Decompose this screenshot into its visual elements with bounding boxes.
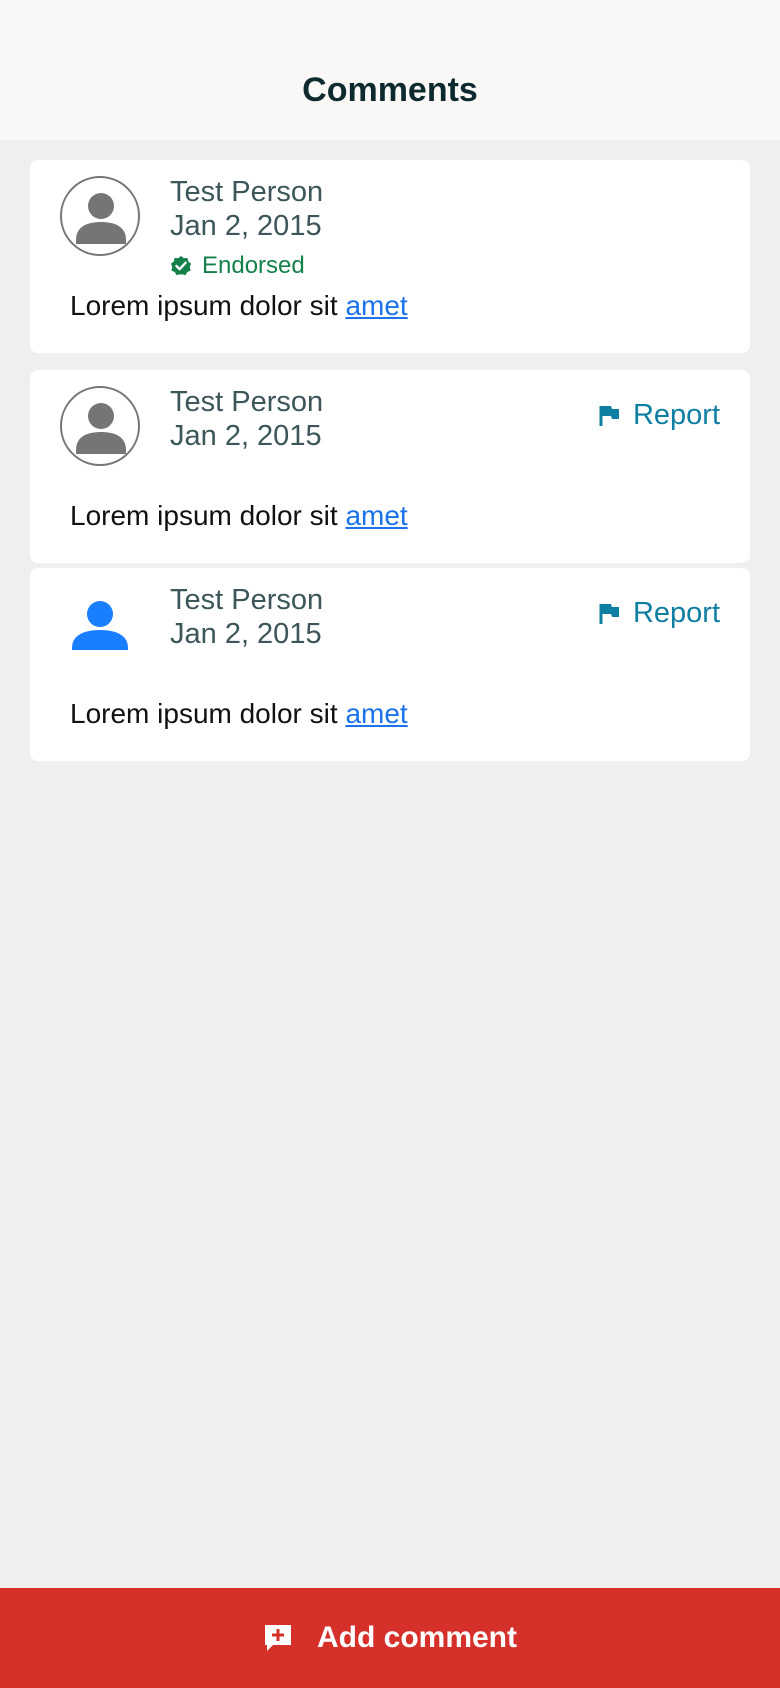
comment-body: Lorem ipsum dolor sit amet [70,289,408,323]
report-label: Report [632,399,720,431]
person-icon [76,193,126,244]
comment-author: Test Person [170,584,324,616]
endorsed-badge: Endorsed [170,252,305,280]
comments-screen: Comments Test Person Jan 2, 2015 Endorse… [0,0,780,1688]
add-comment-button[interactable]: Add comment [0,1588,780,1688]
report-button[interactable]: Report [599,399,720,432]
flag-icon [599,405,619,426]
person-icon [76,403,126,454]
comment-date: Jan 2, 2015 [170,618,322,650]
verified-check-icon [170,255,192,276]
avatar [60,386,140,466]
avatar [60,176,140,256]
comment-body-text: Lorem ipsum dolor sit [70,698,346,729]
comment-body: Lorem ipsum dolor sit amet [70,697,408,731]
comment-author: Test Person [170,386,324,418]
add-comment-icon [264,1625,291,1651]
comment-author: Test Person [170,176,324,208]
comment-card: Test Person Jan 2, 2015 Endorsed Lorem i… [30,160,750,353]
report-button[interactable]: Report [599,597,720,630]
person-icon [72,601,128,650]
comment-date: Jan 2, 2015 [170,210,322,242]
header: Comments [0,0,780,140]
comment-body-link[interactable]: amet [345,698,407,729]
endorsed-label: Endorsed [202,252,305,279]
comment-body-text: Lorem ipsum dolor sit [70,290,346,321]
flag-icon [599,603,619,624]
comment-body-link[interactable]: amet [345,290,407,321]
comment-card: Test Person Jan 2, 2015 Report Lorem ips… [30,370,750,563]
comment-body-link[interactable]: amet [345,500,407,531]
avatar [60,584,140,664]
add-comment-label: Add comment [316,1621,517,1654]
comment-body: Lorem ipsum dolor sit amet [70,499,408,533]
page-title: Comments [302,70,478,109]
comment-body-text: Lorem ipsum dolor sit [70,500,346,531]
comment-date: Jan 2, 2015 [170,420,322,452]
report-label: Report [632,597,720,629]
comment-card: Test Person Jan 2, 2015 Report Lorem ips… [30,568,750,761]
